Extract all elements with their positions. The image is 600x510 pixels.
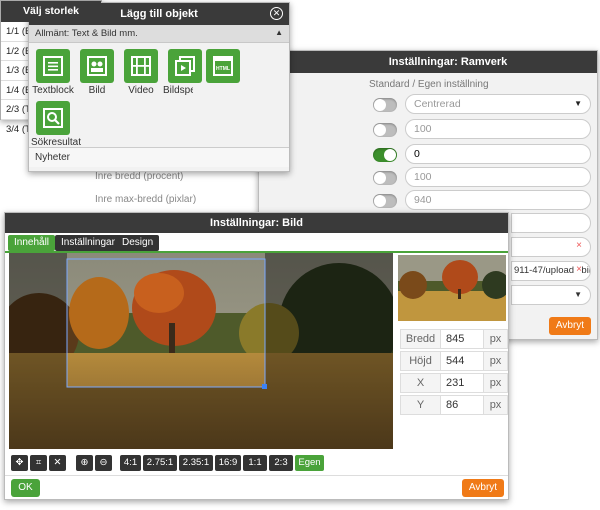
path-input[interactable]: 911-47/uploads/bil × xyxy=(511,261,591,281)
image-tile[interactable] xyxy=(80,49,114,83)
margin-input[interactable]: 0 xyxy=(405,144,591,164)
toggle-knob xyxy=(374,124,386,136)
crop-icon[interactable]: ⌗ xyxy=(30,455,47,471)
x-unit: px xyxy=(483,374,507,392)
inner-max-input[interactable]: 940 xyxy=(405,190,591,210)
cancel-button[interactable]: Avbryt xyxy=(462,479,504,497)
ratio-button[interactable]: 2.75:1 xyxy=(143,455,177,471)
tile-label: Video xyxy=(128,85,154,96)
chevron-up-icon: ▲ xyxy=(275,28,283,37)
news-section[interactable]: Nyheter xyxy=(29,147,289,167)
html-icon: HTML xyxy=(213,56,233,76)
choose-size-title: Välj storlek xyxy=(1,1,101,22)
html-icon-text: HTML xyxy=(216,66,230,72)
ramverk-column-header: Standard / Egen inställning xyxy=(369,79,489,90)
crop-canvas[interactable] xyxy=(9,253,393,449)
y-field[interactable]: Y 86 px xyxy=(400,395,508,415)
ratio-button[interactable]: 2:3 xyxy=(269,455,293,471)
toggle-knob xyxy=(384,149,396,161)
height-unit: px xyxy=(483,352,507,370)
inner-max-label: Inre max-bredd (pixlar) xyxy=(95,194,197,205)
ratio-button[interactable]: 16:9 xyxy=(215,455,241,471)
footer-divider xyxy=(5,475,508,476)
ratio-button[interactable]: 1:1 xyxy=(243,455,267,471)
preview-thumbnail xyxy=(398,255,506,321)
y-unit: px xyxy=(483,396,507,414)
ratio-button[interactable]: 2.35:1 xyxy=(179,455,213,471)
ramverk-row-width: 100 xyxy=(259,118,599,142)
ramverk-row-margin: 0 xyxy=(259,143,599,167)
x-label: X xyxy=(401,374,441,392)
ramverk-title: Inställningar: Ramverk xyxy=(259,51,597,73)
category-bar[interactable]: Allmänt: Text & Bild mm. ▲ xyxy=(29,25,289,43)
landscape-photo xyxy=(9,253,393,449)
align-select[interactable]: Centrerad ▼ xyxy=(405,94,591,114)
tab-settings[interactable]: Inställningar xyxy=(55,235,121,251)
width-label: Bredd xyxy=(401,330,441,348)
image-settings-title: Inställningar: Bild xyxy=(5,213,508,233)
slideshow-tile[interactable] xyxy=(168,49,202,83)
toggle-switch[interactable] xyxy=(373,123,397,137)
image-settings-dialog: Inställningar: Bild Innehåll Inställning… xyxy=(4,212,509,500)
news-section-label: Nyheter xyxy=(35,152,71,163)
clear-field-input[interactable]: × xyxy=(511,237,591,257)
width-unit: px xyxy=(483,330,507,348)
chevron-down-icon: ▼ xyxy=(574,290,582,299)
tile-label: Bild xyxy=(88,85,106,96)
move-icon[interactable]: ✥ xyxy=(11,455,28,471)
tile-label: Bildspel xyxy=(163,85,193,96)
ok-button[interactable]: OK xyxy=(11,479,40,497)
image-preview xyxy=(398,255,506,321)
toggle-knob xyxy=(374,195,386,207)
tab-content[interactable]: Innehåll xyxy=(8,235,56,251)
ratio-button[interactable]: 4:1 xyxy=(120,455,141,471)
video-tile[interactable] xyxy=(124,49,158,83)
width-input[interactable]: 100 xyxy=(405,119,591,139)
inner-width-label: Inre bredd (procent) xyxy=(95,171,184,182)
close-icon[interactable]: × xyxy=(574,264,582,275)
ramverk-row-align: Centrerad ▼ xyxy=(259,93,599,117)
category-label: Allmänt: Text & Bild mm. xyxy=(35,28,138,39)
width-field[interactable]: Bredd 845 px xyxy=(400,329,508,349)
y-value[interactable]: 86 xyxy=(443,396,483,414)
ramverk-row-inner-max: Inre max-bredd (pixlar) 940 xyxy=(95,189,599,213)
toggle-switch[interactable] xyxy=(373,98,397,112)
toggle-knob xyxy=(374,172,386,184)
height-value[interactable]: 544 xyxy=(443,352,483,370)
width-value[interactable]: 845 xyxy=(443,330,483,348)
close-icon[interactable]: ✕ xyxy=(270,7,283,20)
toggle-switch[interactable] xyxy=(373,194,397,208)
height-label: Höjd xyxy=(401,352,441,370)
image-icon xyxy=(87,56,107,76)
add-object-dialog: Lägg till objekt ✕ Allmänt: Text & Bild … xyxy=(28,2,290,172)
toggle-switch[interactable] xyxy=(373,171,397,185)
close-icon[interactable]: ✕ xyxy=(49,455,66,471)
zoom-out-icon[interactable]: ⊖ xyxy=(95,455,112,471)
empty-input[interactable] xyxy=(511,213,591,233)
ramverk-cancel-button[interactable]: Avbryt xyxy=(549,317,591,335)
toggle-switch[interactable] xyxy=(373,148,397,162)
film-icon xyxy=(131,56,151,76)
chevron-down-icon: ▼ xyxy=(574,99,582,108)
tile-label: Textblock xyxy=(32,85,74,96)
search-document-icon xyxy=(43,108,63,128)
html-tile[interactable]: HTML xyxy=(206,49,240,83)
ratio-button-custom[interactable]: Egen xyxy=(295,455,324,471)
y-label: Y xyxy=(401,396,441,414)
search-result-tile[interactable] xyxy=(36,101,70,135)
close-icon[interactable]: × xyxy=(576,240,582,251)
textblock-tile[interactable] xyxy=(36,49,70,83)
inner-width-input[interactable]: 100 xyxy=(405,167,591,187)
tab-design[interactable]: Design xyxy=(116,235,160,251)
toggle-knob xyxy=(374,99,386,111)
x-value[interactable]: 231 xyxy=(443,374,483,392)
height-field[interactable]: Höjd 544 px xyxy=(400,351,508,371)
x-field[interactable]: X 231 px xyxy=(400,373,508,393)
align-value: Centrerad xyxy=(414,98,461,110)
zoom-in-icon[interactable]: ⊕ xyxy=(76,455,93,471)
slideshow-icon xyxy=(175,56,195,76)
ramverk-row-inner-width: Inre bredd (procent) 100 xyxy=(95,166,599,190)
text-icon xyxy=(43,56,63,76)
dropdown-input[interactable]: ▼ xyxy=(511,285,591,305)
